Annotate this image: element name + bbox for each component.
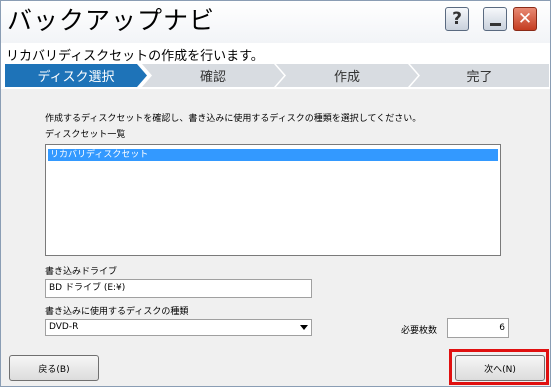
step-complete: 完了 xyxy=(410,64,549,87)
main-content: 作成するディスクセットを確認し、書き込みに使用するディスクの種類を選択してくださ… xyxy=(1,89,550,386)
disc-type-select[interactable]: DVD-R xyxy=(45,319,312,336)
drive-field: BD ドライブ (E:¥) xyxy=(45,279,312,298)
next-button[interactable]: 次へ(N) xyxy=(455,355,545,381)
required-count-label: 必要枚数 xyxy=(401,326,438,336)
backup-navi-window: バックアップナビ ? ✕ リカバリディスクセットの作成を行います。 ディスク選択… xyxy=(0,0,551,387)
app-title: バックアップナビ xyxy=(7,6,216,35)
minimize-button[interactable] xyxy=(483,7,507,31)
minimize-icon xyxy=(489,22,501,26)
disc-set-list[interactable]: リカバリディスクセット xyxy=(45,144,501,256)
back-button[interactable]: 戻る(B) xyxy=(9,355,99,381)
title-bar: バックアップナビ ? ✕ xyxy=(1,1,550,43)
close-icon: ✕ xyxy=(517,9,533,29)
page-subtitle: リカバリディスクセットの作成を行います。 xyxy=(6,49,264,64)
required-count-field: 6 xyxy=(447,318,509,338)
drive-label: 書き込みドライブ xyxy=(45,267,118,277)
disc-type-label: 書き込みに使用するディスクの種類 xyxy=(45,307,189,317)
help-button[interactable]: ? xyxy=(445,7,469,31)
list-item[interactable]: リカバリディスクセット xyxy=(48,149,498,161)
disc-set-list-label: ディスクセット一覧 xyxy=(45,130,126,140)
instruction-text: 作成するディスクセットを確認し、書き込みに使用するディスクの種類を選択してくださ… xyxy=(45,114,422,124)
disc-type-value: DVD-R xyxy=(49,322,79,332)
step-create: 作成 xyxy=(276,64,418,87)
wizard-steps: ディスク選択 確認 作成 完了 xyxy=(5,64,549,87)
close-button[interactable]: ✕ xyxy=(513,7,537,31)
step-disc-select: ディスク選択 xyxy=(5,64,147,87)
chevron-down-icon xyxy=(300,325,308,330)
step-confirm: 確認 xyxy=(142,64,284,87)
help-icon: ? xyxy=(452,9,462,29)
